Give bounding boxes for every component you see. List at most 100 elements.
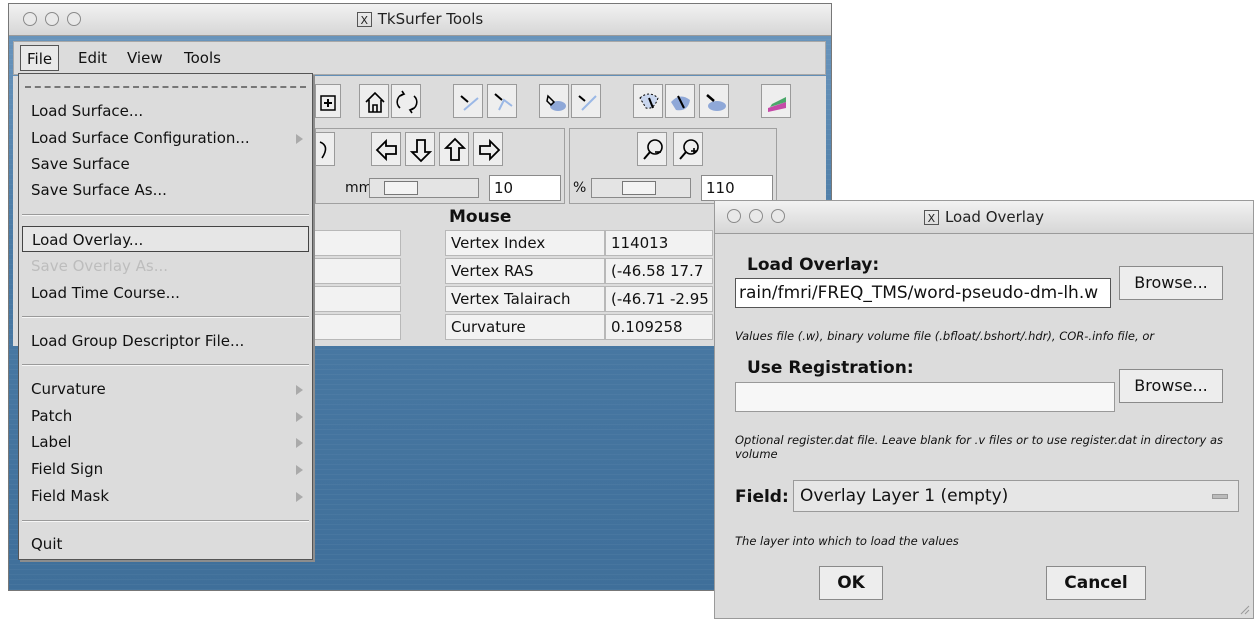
field-hint: The layer into which to load the values [735,534,959,548]
mouse-row-label: Vertex Index [445,230,605,256]
cancel-button[interactable]: Cancel [1046,566,1146,600]
cursor-value-cell [309,314,401,340]
zoom-slider[interactable] [591,178,691,198]
registration-label: Use Registration: [747,358,914,378]
ok-button[interactable]: OK [819,566,883,600]
move-slider-knob[interactable] [384,181,418,195]
arrow-down-icon[interactable] [405,132,435,166]
rotate-icon[interactable] [391,84,421,118]
menu-item-label: Load Surface Configuration... [31,129,250,147]
x11-icon: X [923,210,939,225]
move-distance-field[interactable]: 10 [489,175,561,201]
arrow-left-icon[interactable] [371,132,401,166]
menu-edit[interactable]: Edit [72,45,113,71]
submenu-arrow-icon [296,438,303,448]
edge-icon[interactable] [453,84,483,118]
zoom-out-icon[interactable] [637,132,667,166]
menu-item-label: Load Overlay... [32,231,144,249]
menubar: File Edit View Tools [13,41,826,75]
menu-item-quit[interactable]: Quit [22,531,309,557]
menu-item-field-sign[interactable]: Field Sign [22,456,309,482]
menu-item-label: Curvature [31,380,106,398]
cut-label-icon[interactable] [699,84,729,118]
cursor-value-cell [309,230,401,256]
path-icon[interactable] [487,84,517,118]
field-label: Field: [735,487,789,507]
menu-item-label: Load Surface... [31,102,144,120]
menu-item-load-surface-configuration[interactable]: Load Surface Configuration... [22,125,309,151]
zoom-slider-knob[interactable] [622,181,656,195]
menu-item-save-surface[interactable]: Save Surface [22,151,309,177]
overlay-file-input[interactable]: rain/fmri/FREQ_TMS/word-pseudo-dm-lh.w [735,278,1111,308]
registration-file-input[interactable] [735,382,1115,412]
menu-item-label: Save Surface [31,155,130,173]
cut-plane-icon[interactable] [665,84,695,118]
menu-separator [22,520,309,522]
mouse-row-label: Vertex Talairach [445,286,605,312]
colorbar-icon[interactable] [761,84,791,118]
submenu-arrow-icon [296,134,303,144]
arrow-up-icon[interactable] [439,132,469,166]
main-window-title: X TkSurfer Tools [9,10,831,28]
mouse-row-value: 114013 [605,230,713,256]
zoom-percent-field[interactable]: 110 [701,175,773,201]
overlay-hint: Values file (.w), binary volume file (.b… [735,329,1155,343]
menu-item-label: Patch [31,407,73,425]
browse-overlay-button[interactable]: Browse... [1119,266,1223,300]
overlay-label: Load Overlay: [747,255,880,275]
browse-registration-button[interactable]: Browse... [1119,369,1223,403]
cut-area-icon[interactable] [633,84,663,118]
main-title-text: TkSurfer Tools [377,10,484,28]
arrow-right-icon[interactable] [473,132,503,166]
menu-item-label: Quit [31,535,63,553]
file-menu-dropdown: Load Surface... Load Surface Configurati… [18,73,313,560]
submenu-arrow-icon [296,412,303,422]
menu-item-label: Field Sign [31,460,104,478]
x11-icon: X [356,12,372,27]
resize-grip-icon[interactable] [1238,603,1250,615]
dialog-titlebar[interactable]: X Load Overlay [715,201,1253,234]
partial-nav-icon[interactable] [315,132,335,166]
menu-separator [22,214,309,216]
field-select[interactable]: Overlay Layer 1 (empty) [793,480,1239,512]
mouse-row-value: (-46.71 -2.95 [605,286,713,312]
dialog-title-text: Load Overlay [944,208,1045,226]
home-icon[interactable] [359,84,389,118]
menu-item-label: Label [31,433,72,451]
menu-item-curvature[interactable]: Curvature [22,376,309,402]
menu-file[interactable]: File [20,45,60,71]
menu-item-label: Load Time Course... [31,284,180,302]
menu-item-field-mask[interactable]: Field Mask [22,483,309,509]
mouse-row-label: Curvature [445,314,605,340]
mouse-header: Mouse [449,207,512,227]
fill-icon[interactable] [539,84,569,118]
add-icon[interactable] [315,84,341,118]
submenu-arrow-icon [296,465,303,475]
menu-item-label: Field Mask [31,487,110,505]
mouse-row-value: (-46.58 17.7 [605,258,713,284]
menu-item-label: Save Overlay As... [31,257,169,275]
menu-item-load-surface[interactable]: Load Surface... [22,98,309,124]
menu-item-label[interactable]: Label [22,429,309,455]
menu-item-load-overlay[interactable]: Load Overlay... [22,226,309,252]
zoom-in-icon[interactable] [673,132,703,166]
menu-item-save-overlay-as: Save Overlay As... [22,253,309,279]
field-select-value: Overlay Layer 1 (empty) [800,486,1009,506]
move-distance-slider[interactable] [369,178,479,198]
submenu-arrow-icon [296,492,303,502]
menu-tools[interactable]: Tools [178,45,227,71]
mouse-row-label: Vertex RAS [445,258,605,284]
custom-cut-icon[interactable] [571,84,601,118]
menu-tearoff[interactable] [25,86,306,88]
menu-item-load-group-descriptor[interactable]: Load Group Descriptor File... [22,328,309,354]
registration-hint: Optional register.dat file. Leave blank … [735,433,1224,461]
menu-item-label: Load Group Descriptor File... [31,332,245,350]
menu-item-save-surface-as[interactable]: Save Surface As... [22,177,309,203]
menu-item-label: Save Surface As... [31,181,167,199]
menu-item-load-time-course[interactable]: Load Time Course... [22,280,309,306]
menu-view[interactable]: View [121,45,169,71]
main-titlebar[interactable]: X TkSurfer Tools [9,4,831,36]
menu-separator [22,316,309,318]
submenu-arrow-icon [296,385,303,395]
menu-item-patch[interactable]: Patch [22,403,309,429]
